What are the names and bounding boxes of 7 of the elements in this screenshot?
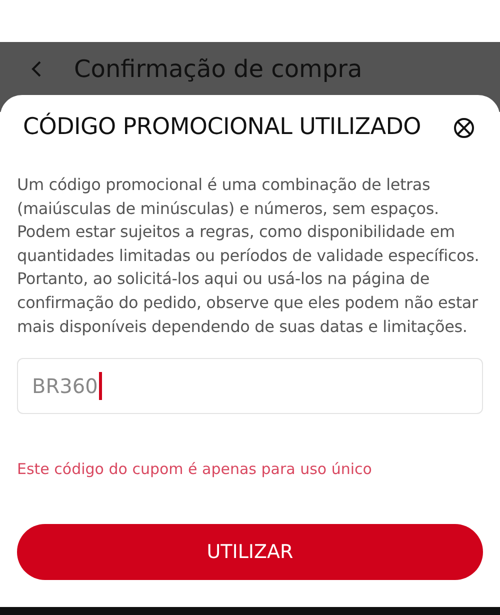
dialog-title: CÓDIGO PROMOCIONAL UTILIZADO	[23, 114, 421, 140]
description-text: Um código promocional é uma combinação de letras (maiúsculas de minúsculas) e números, sem espaços. Podem estar sujeitos a regras, como disponibilidade em quantidades limitadas ou períodos de validade específicos. Portanto, ao solicitá-los aqui ou usá-los na página de confirmação do pedido, observe que eles podem não estar mais disponíveis dependendo de suas datas e limitações.	[17, 174, 480, 338]
apply-button[interactable]: UTILIZAR	[17, 524, 483, 580]
error-message: Este código do cupom é apenas para uso único	[17, 460, 373, 478]
close-icon[interactable]	[453, 117, 475, 139]
promo-code-field[interactable]: BR360	[17, 358, 483, 414]
page-title: Confirmação de compra	[74, 55, 362, 83]
